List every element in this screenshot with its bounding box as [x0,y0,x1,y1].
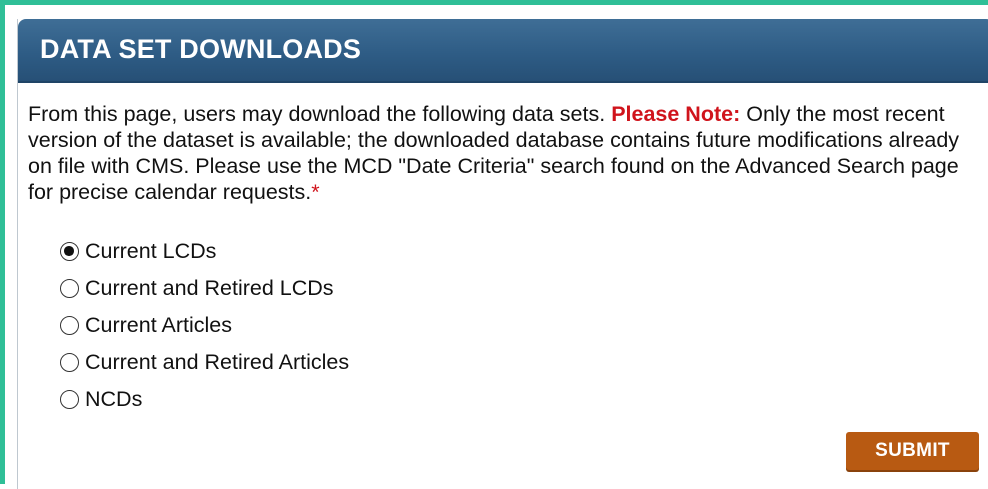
radio-label[interactable]: Current and Retired LCDs [85,276,334,301]
radio-option-current-and-retired-lcds[interactable]: Current and Retired LCDs [60,270,349,307]
radio-option-ncds[interactable]: NCDs [60,381,349,418]
intro-text-start: From this page, users may download the f… [28,102,612,126]
radio-button[interactable] [60,390,79,409]
radio-button[interactable] [60,316,79,335]
panel-header: DATA SET DOWNLOADS [18,19,988,83]
intro-paragraph: From this page, users may download the f… [28,101,988,205]
radio-label[interactable]: Current LCDs [85,239,216,264]
radio-option-current-lcds[interactable]: Current LCDs [60,233,349,270]
please-note-label: Please Note: [611,102,741,126]
page-frame: DATA SET DOWNLOADS From this page, users… [0,0,988,489]
page-title: DATA SET DOWNLOADS [40,34,362,64]
radio-button[interactable] [60,353,79,372]
radio-label[interactable]: NCDs [85,387,142,412]
radio-button[interactable] [60,279,79,298]
radio-label[interactable]: Current and Retired Articles [85,350,349,375]
radio-label[interactable]: Current Articles [85,313,232,338]
radio-option-current-articles[interactable]: Current Articles [60,307,349,344]
radio-button[interactable] [60,242,79,261]
required-asterisk: * [311,180,320,204]
radio-option-current-and-retired-articles[interactable]: Current and Retired Articles [60,344,349,381]
dataset-radio-group: Current LCDs Current and Retired LCDs Cu… [60,233,349,418]
submit-button[interactable]: SUBMIT [846,432,979,470]
data-set-downloads-panel: DATA SET DOWNLOADS From this page, users… [17,19,988,489]
